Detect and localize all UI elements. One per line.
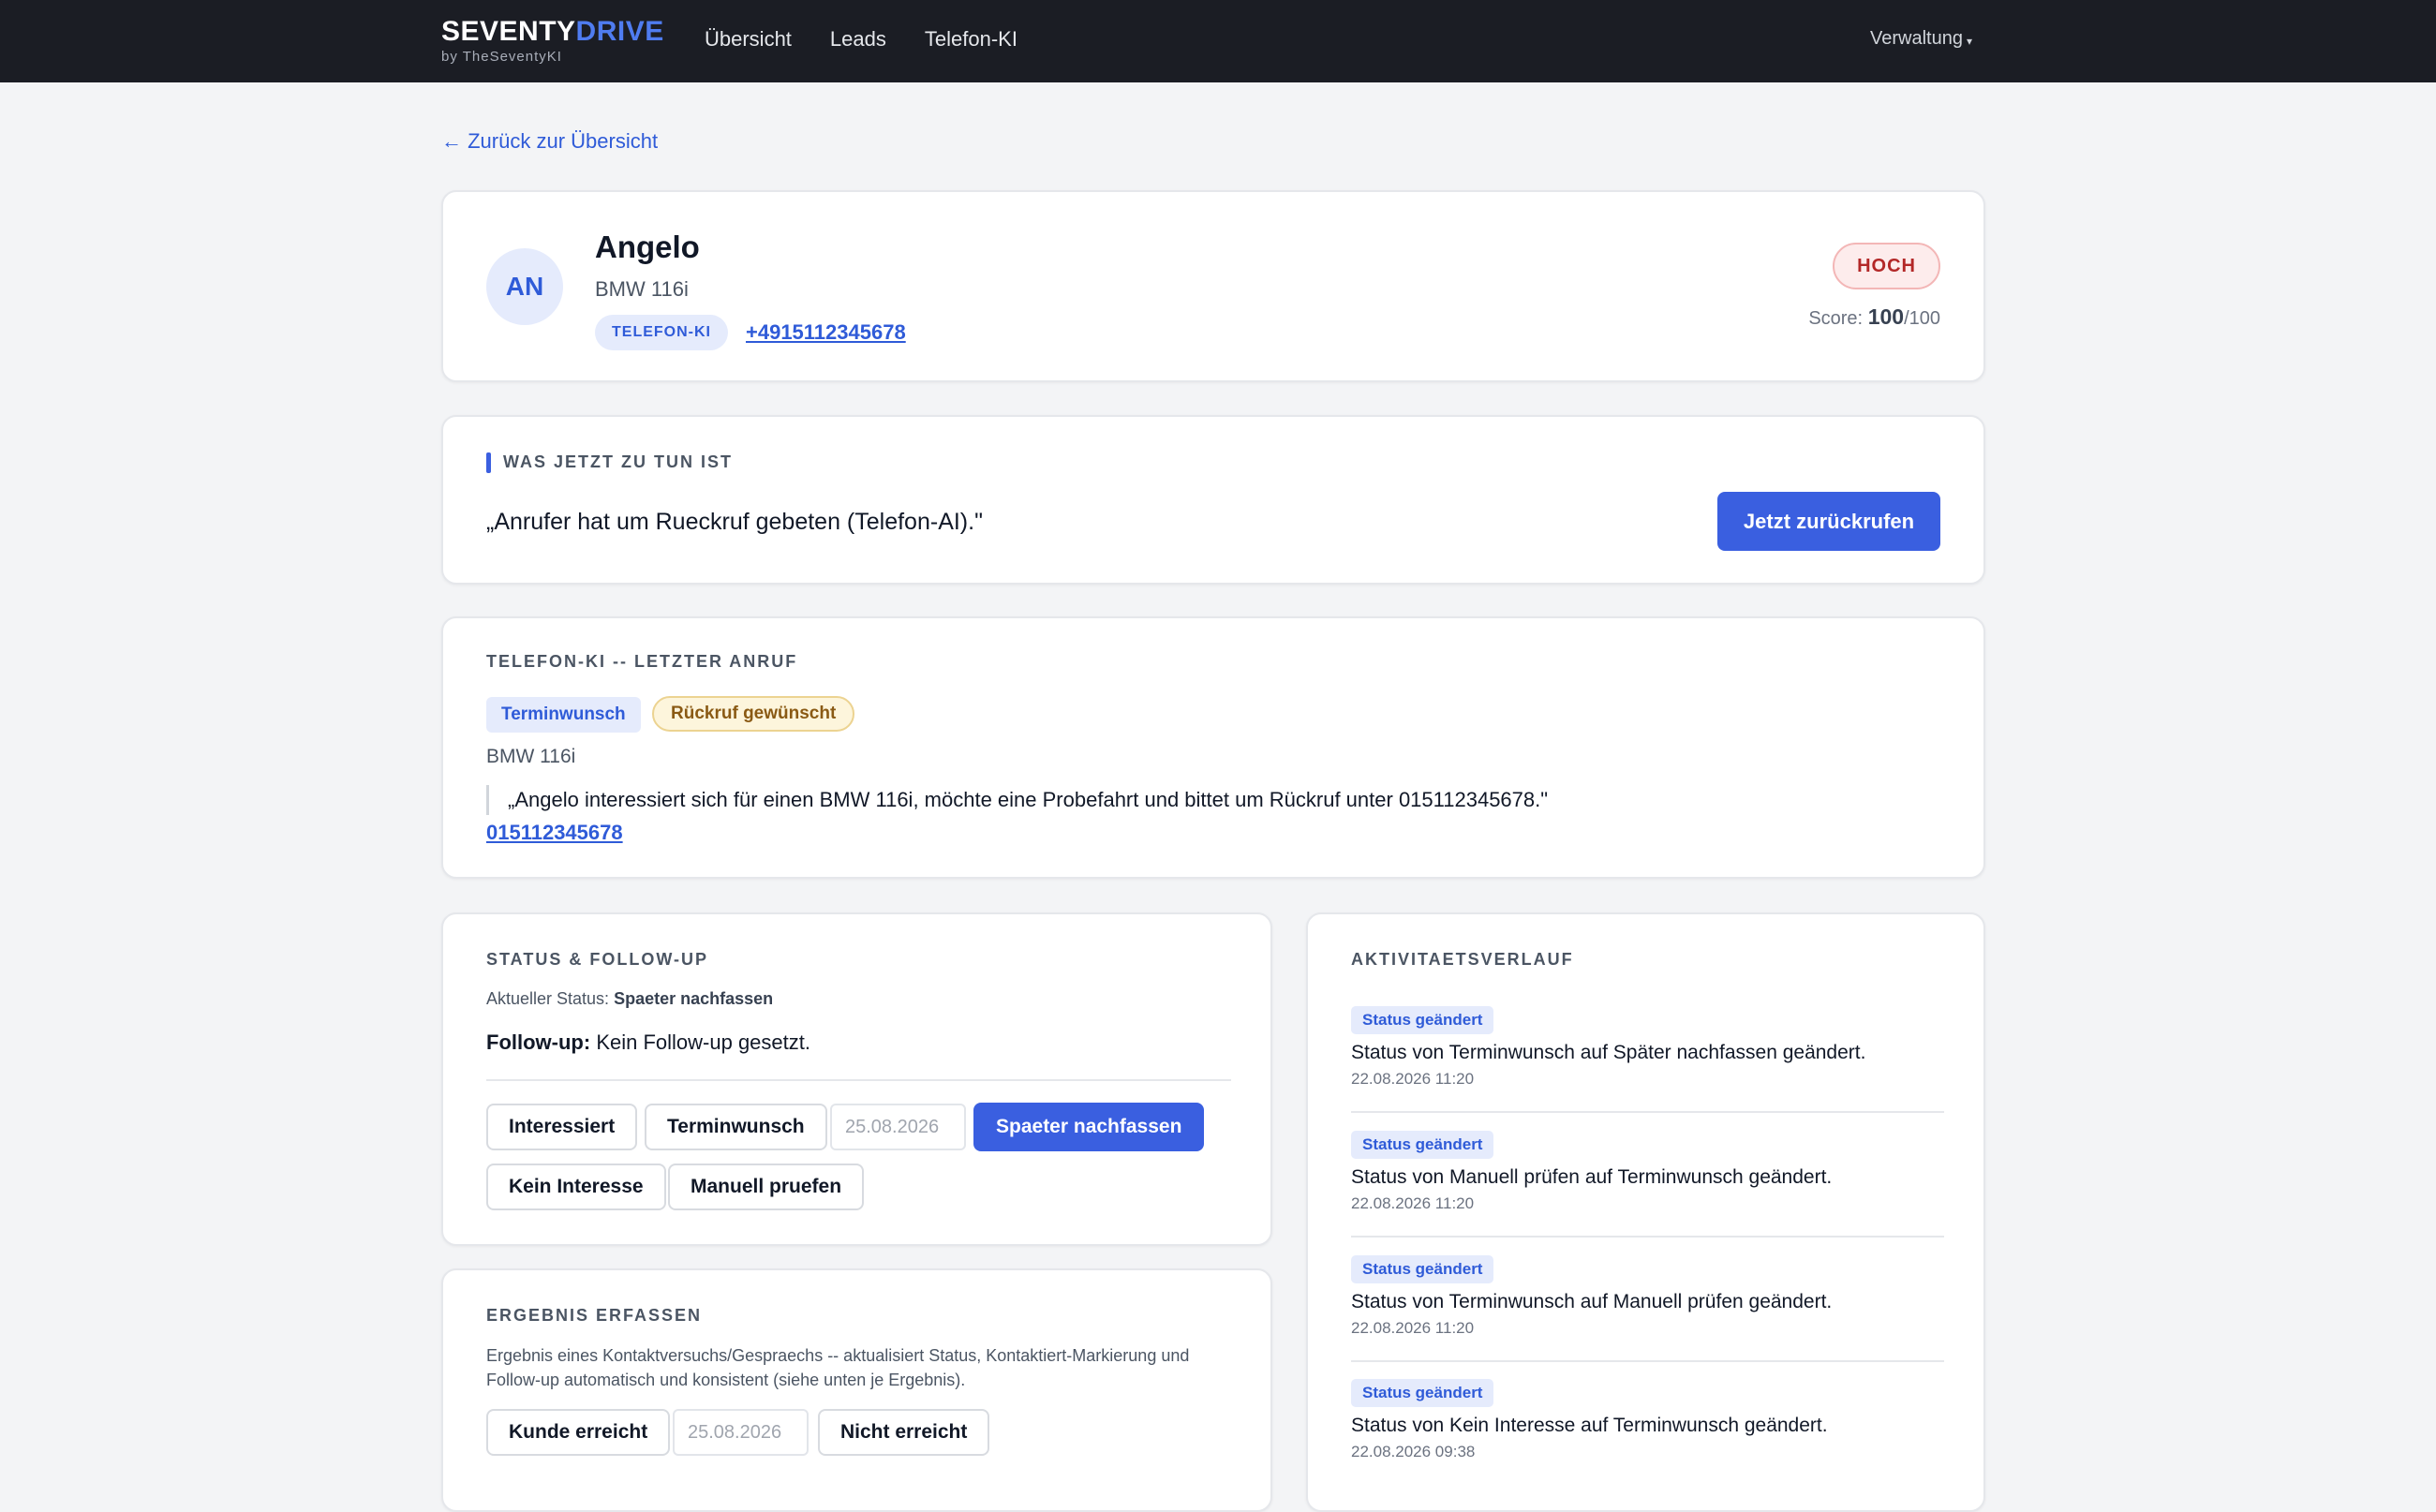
activity-time: 22.08.2026 11:20: [1351, 1070, 1475, 1088]
activity-text: Status von Kein Interesse auf Terminwuns…: [1351, 1415, 1828, 1436]
activity-badge: Status geändert: [1351, 1255, 1494, 1283]
last-call-card: TELEFON-KI -- LETZTER ANRUF Terminwunsch…: [441, 616, 1985, 879]
call-phone-link[interactable]: 015112345678: [486, 821, 623, 845]
activity-badge: Status geändert: [1351, 1379, 1494, 1407]
divider: [486, 1079, 1231, 1081]
activity-log-card: AKTIVITAETSVERLAUF Status geändert Statu…: [1306, 912, 1985, 1512]
divider: [1351, 1236, 1944, 1238]
next-action-title: WAS JETZT ZU TUN IST: [486, 452, 733, 473]
activity-time: 22.08.2026 11:20: [1351, 1319, 1475, 1337]
activity-title: AKTIVITAETSVERLAUF: [1351, 950, 1574, 969]
followup-info: Follow-up: Kein Follow-up gesetzt.: [486, 1030, 810, 1054]
source-badge: TELEFON-KI: [595, 315, 728, 350]
lead-score: Score: 100/100: [1808, 304, 1940, 329]
result-description: Ergebnis eines Kontaktversuchs/Gespraech…: [486, 1346, 1190, 1389]
record-result-card: ERGEBNIS ERFASSEN Ergebnis eines Kontakt…: [441, 1268, 1272, 1512]
followup-date-input[interactable]: [830, 1104, 966, 1150]
list-item: Status geändert Status von Terminwunsch …: [1351, 1006, 1944, 1089]
last-call-title: TELEFON-KI -- LETZTER ANRUF: [486, 652, 798, 671]
activity-time: 22.08.2026 09:38: [1351, 1443, 1476, 1460]
lead-header-card: AN Angelo BMW 116i TELEFON-KI +491511234…: [441, 190, 1985, 382]
status-title: STATUS & FOLLOW-UP: [486, 950, 708, 969]
lead-phone-link[interactable]: +4915112345678: [746, 320, 906, 345]
next-action-card: WAS JETZT ZU TUN IST „Anrufer hat um Rue…: [441, 415, 1985, 585]
avatar: AN: [486, 248, 563, 325]
back-to-overview-link[interactable]: ← Zurück zur Übersicht: [441, 129, 658, 154]
list-item: Status geändert Status von Kein Interess…: [1351, 1379, 1944, 1461]
result-date-input[interactable]: [673, 1409, 809, 1456]
activity-badge: Status geändert: [1351, 1006, 1494, 1034]
status-followup-card: STATUS & FOLLOW-UP Aktueller Status: Spa…: [441, 912, 1272, 1246]
lead-name: Angelo: [595, 230, 700, 264]
status-interested-button[interactable]: Interessiert: [486, 1104, 638, 1150]
divider: [1351, 1360, 1944, 1362]
call-back-now-button[interactable]: Jetzt zurückrufen: [1717, 492, 1940, 551]
top-navigation-bar: SEVENTYDRIVE by TheSeventyKI Übersicht L…: [0, 0, 2436, 82]
current-status: Aktueller Status: Spaeter nachfassen: [486, 989, 774, 1008]
list-item: Status geändert Status von Terminwunsch …: [1351, 1255, 1944, 1338]
status-later-button[interactable]: Spaeter nachfassen: [973, 1103, 1205, 1151]
activity-text: Status von Manuell prüfen auf Terminwuns…: [1351, 1166, 1833, 1188]
admin-menu[interactable]: Verwaltung ▾: [1870, 28, 1972, 50]
nav-item-telefon-ki[interactable]: Telefon-KI: [925, 26, 1017, 52]
brand-subtitle: by TheSeventyKI: [441, 49, 562, 65]
customer-reached-button[interactable]: Kunde erreicht: [486, 1409, 671, 1456]
activity-text: Status von Terminwunsch auf Später nachf…: [1351, 1042, 1866, 1063]
list-item: Status geändert Status von Manuell prüfe…: [1351, 1131, 1944, 1213]
next-action-text: „Anrufer hat um Rueckruf gebeten (Telefo…: [486, 509, 983, 535]
brand-name: SEVENTYDRIVE: [441, 16, 664, 47]
activity-time: 22.08.2026 11:20: [1351, 1194, 1475, 1212]
lead-vehicle: BMW 116i: [595, 277, 689, 301]
callback-requested-tag: Rückruf gewünscht: [652, 696, 855, 732]
brand-logo[interactable]: SEVENTYDRIVE by TheSeventyKI: [441, 16, 664, 66]
status-no-interest-button[interactable]: Kein Interesse: [486, 1164, 666, 1210]
not-reached-button[interactable]: Nicht erreicht: [818, 1409, 990, 1456]
status-appointment-button[interactable]: Terminwunsch: [645, 1104, 827, 1150]
nav-item-leads[interactable]: Leads: [830, 26, 886, 52]
activity-badge: Status geändert: [1351, 1131, 1494, 1159]
call-vehicle: BMW 116i: [486, 746, 576, 767]
priority-badge: HOCH: [1833, 243, 1940, 289]
main-nav: Übersicht Leads Telefon-KI: [705, 26, 1017, 52]
result-title: ERGEBNIS ERFASSEN: [486, 1306, 703, 1325]
chevron-down-icon: ▾: [1966, 34, 1972, 48]
intent-tag: Terminwunsch: [486, 697, 641, 733]
admin-menu-label: Verwaltung: [1870, 28, 1963, 49]
status-manual-review-button[interactable]: Manuell pruefen: [668, 1164, 865, 1210]
activity-text: Status von Terminwunsch auf Manuell prüf…: [1351, 1291, 1833, 1312]
nav-item-overview[interactable]: Übersicht: [705, 26, 792, 52]
call-summary-quote: „Angelo interessiert sich für einen BMW …: [486, 785, 1548, 815]
divider: [1351, 1111, 1944, 1113]
